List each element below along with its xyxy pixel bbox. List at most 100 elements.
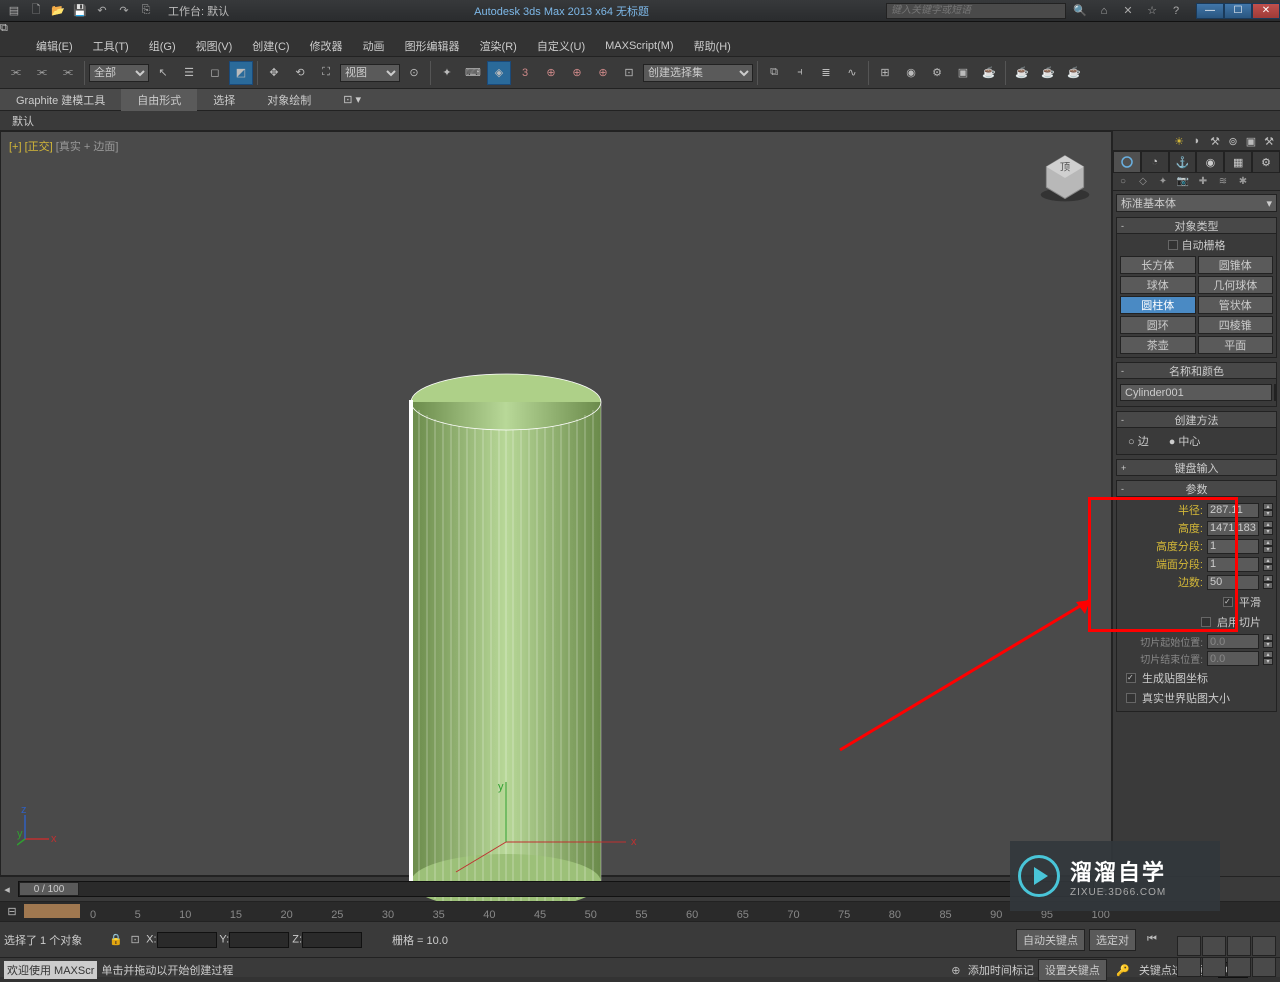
param-radius-spinner[interactable]: 287.11	[1207, 503, 1259, 518]
render-frame-icon[interactable]: ▣	[951, 61, 975, 85]
mirror-icon[interactable]: ⧉	[762, 61, 786, 85]
material-editor-icon[interactable]: ◉	[899, 61, 923, 85]
obj-teapot[interactable]: 茶壶	[1120, 336, 1196, 354]
ribbon-tab-paint[interactable]: 对象绘制	[251, 89, 327, 111]
app-icon[interactable]: ⧉	[0, 22, 1280, 35]
menu-grapheditors[interactable]: 图形编辑器	[395, 35, 470, 57]
maximize-button[interactable]: ☐	[1224, 3, 1252, 19]
snap-toggle-icon[interactable]: ◈	[487, 61, 511, 85]
gen-mapcoords-checkbox[interactable]	[1126, 673, 1136, 683]
object-name-input[interactable]	[1120, 384, 1272, 401]
pivot-icon[interactable]: ⊙	[402, 61, 426, 85]
arc-icon[interactable]: ◗	[1188, 133, 1206, 149]
menu-tools[interactable]: 工具(T)	[83, 35, 139, 57]
modify-tab-icon[interactable]: ◔	[1141, 151, 1169, 173]
menu-edit[interactable]: 编辑(E)	[26, 35, 83, 57]
teapot1-icon[interactable]: ☕	[1010, 61, 1034, 85]
teapot2-icon[interactable]: ☕	[1036, 61, 1060, 85]
close-button[interactable]: ✕	[1252, 3, 1280, 19]
globe-icon[interactable]: ⊚	[1224, 133, 1242, 149]
zoom-extents-all-icon[interactable]	[1252, 936, 1276, 956]
zoom-icon[interactable]	[1177, 936, 1201, 956]
real-world-checkbox[interactable]	[1126, 693, 1136, 703]
rollup-head-params[interactable]: -参数	[1116, 480, 1277, 497]
helpers-tab-icon[interactable]: ✚	[1193, 173, 1213, 190]
manipulate-icon[interactable]: ✦	[435, 61, 459, 85]
menu-help[interactable]: 帮助(H)	[684, 35, 741, 57]
key-icon[interactable]: 🔑	[1111, 958, 1135, 982]
keyboard-icon[interactable]: ⌨	[461, 61, 485, 85]
menu-create[interactable]: 创建(C)	[242, 35, 299, 57]
coord-y-input[interactable]	[229, 932, 289, 948]
pan-icon[interactable]	[1202, 957, 1226, 977]
spinner-snap-icon[interactable]: ⊕	[565, 61, 589, 85]
schematic-icon[interactable]: ⊞	[873, 61, 897, 85]
menu-modifiers[interactable]: 修改器	[300, 35, 353, 57]
menu-views[interactable]: 视图(V)	[186, 35, 243, 57]
add-time-tag[interactable]: 添加时间标记	[968, 962, 1034, 978]
viewport[interactable]: [+] [正交] [真实 + 边面] 顶 x y x z	[0, 131, 1112, 876]
menu-rendering[interactable]: 渲染(R)	[470, 35, 527, 57]
obj-tube[interactable]: 管状体	[1198, 296, 1274, 314]
ribbon-sub-label[interactable]: 默认	[12, 113, 34, 129]
rollup-head-method[interactable]: -创建方法	[1116, 411, 1277, 428]
isolate-icon[interactable]: ⊡	[127, 931, 143, 947]
auto-grid-checkbox[interactable]	[1168, 240, 1178, 250]
ref-coord-system[interactable]: 视图	[340, 64, 400, 82]
bind-icon[interactable]: ⫘	[56, 61, 80, 85]
obj-box[interactable]: 长方体	[1120, 256, 1196, 274]
ribbon-tab-graphite[interactable]: Graphite 建模工具	[0, 89, 121, 111]
viewcube[interactable]: 顶	[1037, 150, 1093, 206]
obj-pyramid[interactable]: 四棱锥	[1198, 316, 1274, 334]
spacewarps-tab-icon[interactable]: ≋	[1213, 173, 1233, 190]
hammer-icon[interactable]: ⚒	[1206, 133, 1224, 149]
unlink-icon[interactable]: ⫘	[30, 61, 54, 85]
open-icon[interactable]: 📂	[48, 2, 68, 20]
param-hseg-spinner[interactable]: 1	[1207, 539, 1259, 554]
track-minimize-icon[interactable]: ⊟	[4, 904, 20, 918]
systems-tab-icon[interactable]: ✱	[1233, 173, 1253, 190]
undo-icon[interactable]: ↶	[92, 2, 112, 20]
move-icon[interactable]: ✥	[262, 61, 286, 85]
create-tab-icon[interactable]	[1113, 151, 1141, 173]
rollup-head-name[interactable]: -名称和颜色	[1116, 362, 1277, 379]
wrench-icon[interactable]: ⚒	[1260, 133, 1278, 149]
redo-icon[interactable]: ↷	[114, 2, 134, 20]
obj-sphere[interactable]: 球体	[1120, 276, 1196, 294]
tag-icon[interactable]: ⊕	[948, 962, 964, 978]
camera-icon[interactable]: ▣	[1242, 133, 1260, 149]
time-slider-thumb[interactable]: 0 / 100	[19, 882, 79, 896]
rotate-icon[interactable]: ⟲	[288, 61, 312, 85]
menu-maxscript[interactable]: MAXScript(M)	[595, 37, 683, 55]
rollup-head-object-type[interactable]: -对象类型	[1116, 217, 1277, 234]
geometry-tab-icon[interactable]: ○	[1113, 173, 1133, 190]
rollup-head-keyboard[interactable]: +键盘输入	[1116, 459, 1277, 476]
spin-down-icon[interactable]: ▾	[1263, 510, 1273, 517]
lights-tab-icon[interactable]: ✦	[1153, 173, 1173, 190]
minimize-button[interactable]: —	[1196, 3, 1224, 19]
spin-up-icon[interactable]: ▴	[1263, 503, 1273, 510]
curve-editor-icon[interactable]: ∿	[840, 61, 864, 85]
param-cseg-spinner[interactable]: 1	[1207, 557, 1259, 572]
select-icon[interactable]: ↖	[151, 61, 175, 85]
autokey-button[interactable]: 自动关键点	[1016, 929, 1085, 951]
menu-customize[interactable]: 自定义(U)	[527, 35, 595, 57]
help-icon[interactable]: ?	[1166, 2, 1186, 20]
save-icon[interactable]: 💾	[70, 2, 90, 20]
fov-icon[interactable]	[1177, 957, 1201, 977]
search-icon[interactable]: 🔍	[1070, 2, 1090, 20]
select-name-icon[interactable]: ☰	[177, 61, 201, 85]
radio-edge[interactable]: ○ 边	[1128, 433, 1149, 449]
smooth-checkbox[interactable]	[1223, 597, 1233, 607]
select-region-icon[interactable]: ◻	[203, 61, 227, 85]
obj-cylinder[interactable]: 圆柱体	[1120, 296, 1196, 314]
cameras-tab-icon[interactable]: 📷	[1173, 173, 1193, 190]
hierarchy-tab-icon[interactable]: ⚓	[1169, 151, 1197, 173]
obj-plane[interactable]: 平面	[1198, 336, 1274, 354]
named-selection-set[interactable]: 创建选择集	[643, 64, 753, 82]
time-slider[interactable]: 0 / 100	[18, 881, 1094, 897]
ribbon-tab-selection[interactable]: 选择	[197, 89, 251, 111]
object-color-swatch[interactable]	[1274, 384, 1276, 401]
render-icon[interactable]: ☕	[977, 61, 1001, 85]
display-tab-icon[interactable]: ▦	[1224, 151, 1252, 173]
